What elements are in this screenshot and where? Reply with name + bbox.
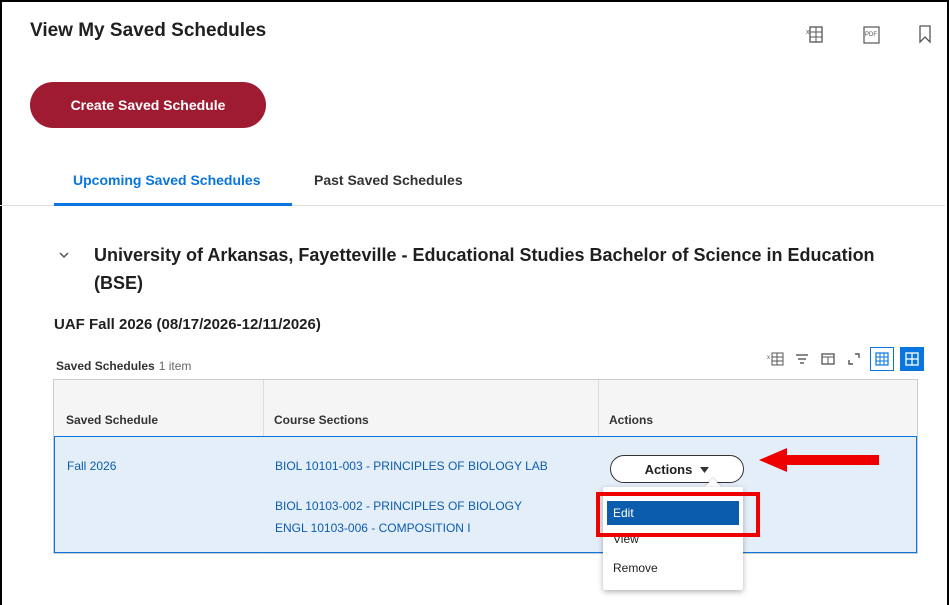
export-to-excel-icon[interactable]: x [806, 24, 824, 46]
tab-bar: Upcoming Saved Schedules Past Saved Sche… [0, 160, 945, 206]
table-toolbar: x [766, 346, 924, 372]
table-view-icon[interactable] [870, 347, 894, 371]
tab-past-saved-schedules[interactable]: Past Saved Schedules [314, 172, 463, 188]
actions-button-label: Actions [644, 461, 693, 477]
caret-down-icon [700, 462, 710, 477]
export-table-to-excel-icon[interactable]: x [766, 349, 786, 369]
svg-text:x: x [767, 355, 770, 361]
export-to-pdf-icon[interactable]: PDF [862, 24, 880, 46]
svg-text:x: x [806, 29, 810, 36]
term-title: UAF Fall 2026 (08/17/2026-12/11/2026) [54, 316, 321, 333]
svg-text:PDF: PDF [865, 32, 877, 38]
columns-icon[interactable] [818, 349, 838, 369]
menu-item-remove[interactable]: Remove [607, 556, 739, 580]
page-title: View My Saved Schedules [30, 20, 267, 41]
program-title: University of Arkansas, Fayetteville - E… [94, 245, 875, 293]
grid-view-icon[interactable] [900, 347, 924, 371]
actions-button[interactable]: Actions [610, 455, 744, 483]
course-section-link[interactable]: ENGL 10103-006 - COMPOSITION I [275, 521, 471, 536]
fullscreen-icon[interactable] [844, 349, 864, 369]
course-section-link[interactable]: BIOL 10103-002 - PRINCIPLES OF BIOLOGY [275, 499, 522, 514]
bookmark-icon[interactable] [918, 24, 936, 46]
table-header: Saved Schedule Course Sections Actions [54, 380, 917, 437]
filter-icon[interactable] [792, 349, 812, 369]
table-item-count: 1 item [158, 359, 192, 373]
create-saved-schedule-button[interactable]: Create Saved Schedule [30, 82, 266, 128]
saved-schedule-link[interactable]: Fall 2026 [67, 459, 116, 474]
column-header-course-sections[interactable]: Course Sections [274, 413, 369, 427]
table-caption-label: Saved Schedules [56, 359, 155, 373]
course-section-link[interactable]: BIOL 10101-003 - PRINCIPLES OF BIOLOGY L… [275, 459, 555, 474]
column-header-saved-schedule[interactable]: Saved Schedule [66, 413, 158, 427]
annotation-arrow-icon [757, 446, 881, 474]
active-tab-indicator [54, 203, 292, 206]
annotation-highlight-box [596, 492, 760, 537]
chevron-down-icon[interactable] [58, 247, 70, 259]
column-header-actions[interactable]: Actions [609, 413, 653, 427]
tab-upcoming-saved-schedules[interactable]: Upcoming Saved Schedules [73, 172, 261, 188]
table-caption: Saved Schedules 1 item [56, 359, 191, 373]
